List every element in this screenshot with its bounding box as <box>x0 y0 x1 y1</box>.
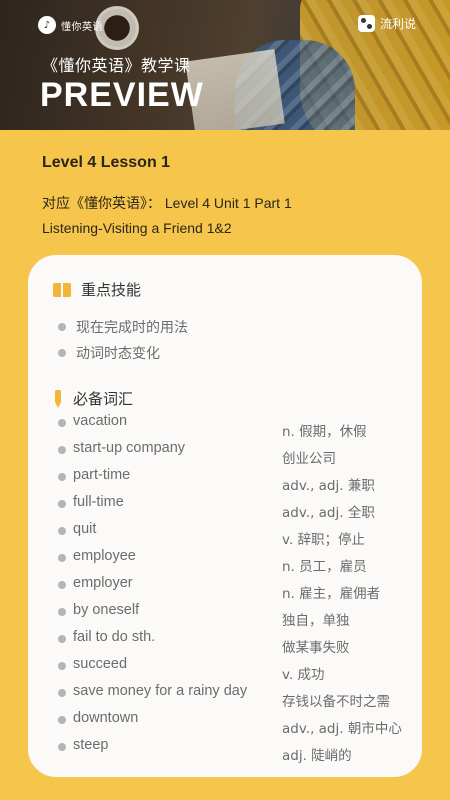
vocab-word: vacation <box>73 413 128 429</box>
vocab-definition: adv., adj. 全职 <box>282 505 375 521</box>
vocab-definition: 创业公司 <box>282 451 336 467</box>
bullet <box>58 349 66 357</box>
list-item: start-up company 创业公司 <box>58 440 418 467</box>
brand-logo: 流利说 <box>357 15 416 32</box>
bullet <box>58 554 66 562</box>
book-icon <box>53 282 71 297</box>
vocab-definition: 存钱以备不时之需 <box>282 694 390 710</box>
bullet <box>58 716 66 724</box>
vocab-definition: v. 成功 <box>282 667 325 683</box>
list-item: by oneself 独自，单独 <box>58 602 418 629</box>
vocab-list: vacation n. 假期，休假 start-up company 创业公司 … <box>58 413 418 764</box>
vocab-definition: adj. 陡峭的 <box>282 748 352 764</box>
vocab-word: save money for a rainy day <box>73 683 248 699</box>
brand-name: 流利说 <box>379 17 416 31</box>
vocab-heading: 必备词汇 <box>73 390 134 408</box>
page-title: PREVIEW <box>40 76 204 114</box>
skills-list: 现在完成时的用法 动词时态变化 <box>58 314 188 366</box>
vocab-definition: 做某事失败 <box>282 640 350 656</box>
list-item: steep adj. 陡峭的 <box>58 737 418 764</box>
list-item: employee n. 员工，雇员 <box>58 548 418 575</box>
list-item: 现在完成时的用法 <box>58 314 188 340</box>
vocab-word: downtown <box>73 710 139 726</box>
logo-icon: ♪ <box>38 16 56 34</box>
vocab-word: quit <box>73 521 97 537</box>
vocab-word: start-up company <box>73 440 186 456</box>
skills-section-header: 重点技能 <box>53 279 141 300</box>
vocab-word: employer <box>73 575 133 591</box>
bullet <box>58 581 66 589</box>
list-item: fail to do sth. 做某事失败 <box>58 629 418 656</box>
bullet <box>58 446 66 454</box>
bullet <box>58 689 66 697</box>
bullet <box>58 473 66 481</box>
vocab-definition: n. 雇主，雇佣者 <box>282 586 381 602</box>
vocab-word: part-time <box>73 467 131 483</box>
list-item: 动词时态变化 <box>58 340 188 366</box>
logo-text: 懂你英语 <box>61 21 103 33</box>
course-title: 《懂你英语》教学课 <box>42 56 191 75</box>
bullet <box>58 635 66 643</box>
vocab-word: by oneself <box>73 602 140 618</box>
bullet <box>58 608 66 616</box>
vocab-definition: adv., adj. 朝市中心 <box>282 721 402 737</box>
skill-text: 动词时态变化 <box>76 346 160 362</box>
vocab-definition: n. 员工，雇员 <box>282 559 367 575</box>
skills-heading: 重点技能 <box>81 281 142 299</box>
list-item: employer n. 雇主，雇佣者 <box>58 575 418 602</box>
bullet <box>58 323 66 331</box>
lesson-title: Level 4 Lesson 1 <box>42 154 171 171</box>
lesson-topic: Listening-Visiting a Friend 1&2 <box>42 220 232 236</box>
bullet <box>58 743 66 751</box>
list-item: quit v. 辞职；停止 <box>58 521 418 548</box>
pen-icon <box>53 389 63 408</box>
list-item: save money for a rainy day 存钱以备不时之需 <box>58 683 418 710</box>
bullet <box>58 527 66 535</box>
vocab-section-header: 必备词汇 <box>53 388 133 409</box>
list-item: full-time adv., adj. 全职 <box>58 494 418 521</box>
vocab-word: full-time <box>73 494 124 510</box>
content-card: 重点技能 现在完成时的用法 动词时态变化 必备词汇 vacation n. 假期… <box>28 255 422 777</box>
vocab-definition: 独自，单独 <box>282 613 350 629</box>
vocab-word: employee <box>73 548 136 564</box>
list-item: part-time adv., adj. 兼职 <box>58 467 418 494</box>
lesson-mapping: 对应《懂你英语》： Level 4 Unit 1 Part 1 <box>42 195 292 211</box>
skill-text: 现在完成时的用法 <box>76 320 188 336</box>
bullet <box>58 662 66 670</box>
vocab-word: fail to do sth. <box>73 629 156 645</box>
vocab-word: steep <box>73 737 109 753</box>
vocab-definition: v. 辞职；停止 <box>282 532 366 548</box>
vocab-definition: n. 假期，休假 <box>282 424 367 440</box>
bullet <box>58 419 66 427</box>
vocab-word: succeed <box>73 656 128 672</box>
app-logo: ♪ 懂你英语 <box>38 16 103 34</box>
hero-banner: ♪ 懂你英语 流利说 《懂你英语》教学课 PREVIEW <box>0 0 450 130</box>
list-item: vacation n. 假期，休假 <box>58 413 418 440</box>
list-item: succeed v. 成功 <box>58 656 418 683</box>
list-item: downtown adv., adj. 朝市中心 <box>58 710 418 737</box>
brand-icon <box>357 15 375 32</box>
bullet <box>58 500 66 508</box>
vocab-definition: adv., adj. 兼职 <box>282 478 375 494</box>
